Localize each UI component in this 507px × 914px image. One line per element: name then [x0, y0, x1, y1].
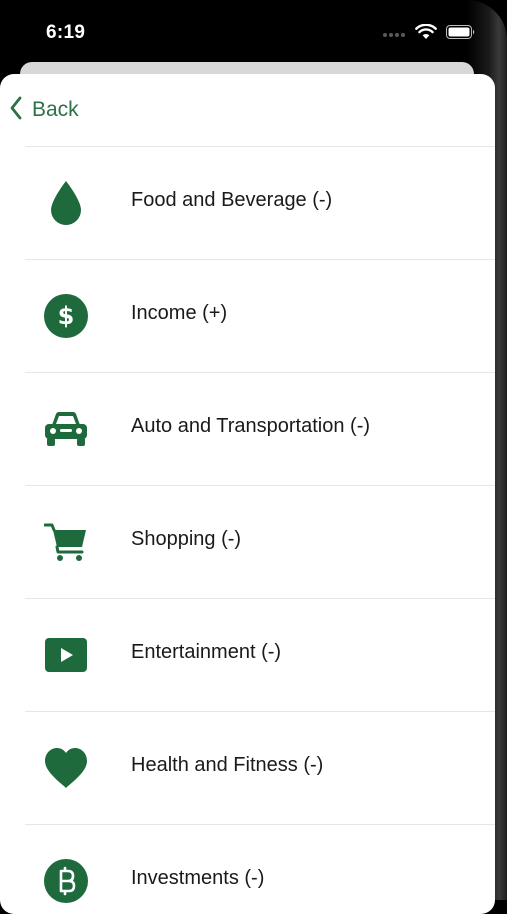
heart-icon: [40, 745, 92, 791]
chevron-left-icon: [8, 95, 24, 126]
battery-icon: [446, 25, 476, 44]
nav-bar: Back: [0, 74, 495, 146]
status-time: 6:19: [46, 22, 86, 43]
category-row-auto-and-transportation[interactable]: Auto and Transportation (-): [0, 372, 495, 485]
play-icon: [40, 632, 92, 678]
cart-icon: [40, 519, 92, 565]
back-label: Back: [32, 98, 79, 121]
category-row-food-and-beverage[interactable]: Food and Beverage (-): [0, 146, 495, 259]
wifi-icon: [415, 23, 437, 45]
category-label: Income (+): [131, 302, 228, 324]
category-row-entertainment[interactable]: Entertainment (-): [0, 598, 495, 711]
category-list: Food and Beverage (-) $ Income (+) Auto …: [0, 146, 495, 914]
back-button[interactable]: Back: [8, 94, 79, 126]
dollar-icon: $: [40, 293, 92, 339]
status-bar: 6:19: [0, 0, 490, 62]
category-row-investments[interactable]: Investments (-): [0, 824, 495, 914]
car-icon: [40, 406, 92, 452]
category-label: Entertainment (-): [131, 641, 282, 663]
category-row-health-and-fitness[interactable]: Health and Fitness (-): [0, 711, 495, 824]
category-row-shopping[interactable]: Shopping (-): [0, 485, 495, 598]
category-row-income[interactable]: $ Income (+): [0, 259, 495, 372]
svg-text:$: $: [58, 302, 75, 330]
category-label: Food and Beverage (-): [131, 189, 333, 211]
category-label: Auto and Transportation (-): [131, 415, 371, 437]
status-icons: [382, 23, 476, 45]
category-label: Investments (-): [131, 867, 265, 889]
water-drop-icon: [40, 180, 92, 226]
category-label: Health and Fitness (-): [131, 754, 324, 776]
signal-dots-icon: [382, 26, 406, 44]
bitcoin-icon: [40, 858, 92, 904]
category-label: Shopping (-): [131, 528, 242, 550]
category-sheet: Back Food and Beverage (-) $ Income (+): [0, 74, 495, 914]
